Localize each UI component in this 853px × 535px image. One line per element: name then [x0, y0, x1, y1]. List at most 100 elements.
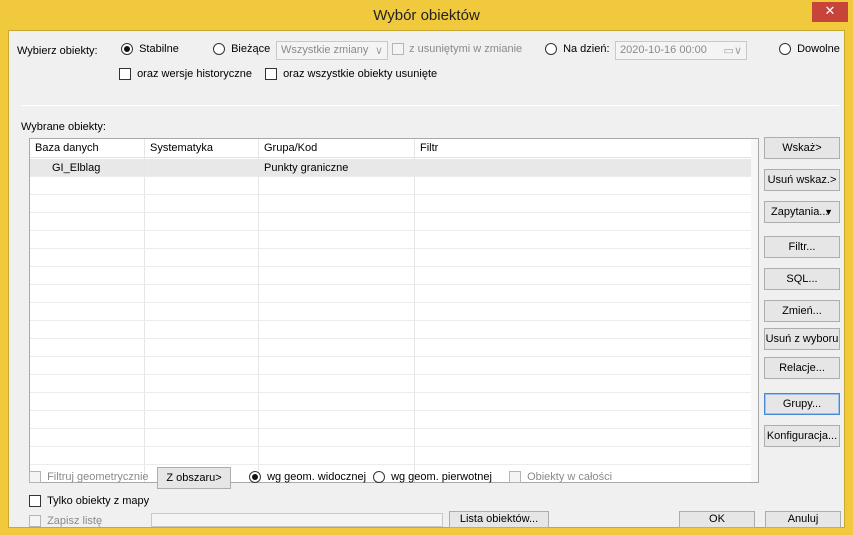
cell-database: GI_Elblag — [52, 162, 101, 174]
historical-versions-box[interactable] — [119, 68, 131, 81]
dropdown-arrow-icon: ▼ — [824, 207, 833, 217]
window-title: Wybór obiektów — [373, 7, 480, 24]
change-button[interactable]: Zmień... — [764, 300, 840, 322]
title-bar[interactable]: Wybór obiektów ✕ — [0, 0, 853, 30]
cell-group-code: Punkty graniczne — [264, 162, 349, 174]
column-divider — [258, 139, 259, 482]
ok-button[interactable]: OK — [679, 511, 755, 528]
point-button[interactable]: Wskaż> — [764, 137, 840, 159]
radio-any[interactable]: Dowolne — [779, 43, 840, 56]
map-objects-only-label: Tylko obiekty z mapy — [47, 495, 150, 507]
chevron-down-icon: ∨ — [374, 45, 383, 57]
whole-objects-checkbox[interactable]: Obiekty w całości — [509, 471, 613, 484]
row-divider — [30, 446, 758, 447]
table-header: Baza danych Systematyka Grupa/Kod Filtr — [30, 139, 758, 158]
row-divider — [30, 428, 758, 429]
column-header-database[interactable]: Baza danych — [35, 142, 99, 154]
radio-stable-indicator[interactable] — [121, 43, 133, 56]
sql-button[interactable]: SQL... — [764, 268, 840, 290]
date-picker[interactable]: 2020-10-16 00:00 ▭∨ — [615, 41, 747, 60]
column-header-systematics[interactable]: Systematyka — [150, 142, 213, 154]
radio-on-date-indicator[interactable] — [545, 43, 557, 56]
row-divider — [30, 392, 758, 393]
column-header-filter[interactable]: Filtr — [420, 142, 438, 154]
dialog-body: Wybierz obiekty: Stabilne Bieżące Wszyst… — [8, 30, 845, 528]
map-objects-only-checkbox[interactable]: Tylko obiekty z mapy — [29, 495, 150, 508]
map-objects-only-box[interactable] — [29, 495, 41, 508]
row-divider — [30, 194, 758, 195]
row-divider — [30, 176, 758, 177]
vertical-scrollbar[interactable] — [751, 139, 758, 482]
separator — [21, 105, 839, 106]
radio-current[interactable]: Bieżące — [213, 43, 271, 56]
relations-button[interactable]: Relacje... — [764, 357, 840, 379]
row-divider — [30, 212, 758, 213]
whole-objects-label: Obiekty w całości — [527, 471, 613, 483]
configuration-button[interactable]: Konfiguracja... — [764, 425, 840, 447]
save-list-label: Zapisz listę — [47, 515, 103, 527]
radio-any-label: Dowolne — [797, 43, 840, 55]
geom-filter-checkbox[interactable]: Filtruj geometrycznie — [29, 471, 149, 484]
geom-filter-box[interactable] — [29, 471, 41, 484]
date-value: 2020-10-16 00:00 — [620, 44, 707, 56]
remove-point-button[interactable]: Usuń wskaz.> — [764, 169, 840, 191]
filter-button[interactable]: Filtr... — [764, 236, 840, 258]
close-button[interactable]: ✕ — [812, 2, 848, 22]
changes-combo[interactable]: Wszystkie zmiany ∨ — [276, 41, 388, 60]
geom-filter-label: Filtruj geometrycznie — [47, 471, 149, 483]
historical-versions-label: oraz wersje historyczne — [137, 68, 252, 80]
row-divider — [30, 284, 758, 285]
radio-current-indicator[interactable] — [213, 43, 225, 56]
remove-from-selection-button[interactable]: Usuń z wyboru — [764, 328, 840, 350]
radio-original-geom[interactable]: wg geom. pierwotnej — [373, 471, 492, 484]
deleted-in-change-checkbox[interactable]: z usuniętymi w zmianie — [392, 43, 523, 56]
whole-objects-box[interactable] — [509, 471, 521, 484]
object-list-button[interactable]: Lista obiektów... — [449, 511, 549, 528]
row-divider — [30, 248, 758, 249]
historical-versions-checkbox[interactable]: oraz wersje historyczne — [119, 68, 252, 81]
column-divider — [144, 139, 145, 482]
queries-button[interactable]: Zapytania... ▼ — [764, 201, 840, 223]
table-row[interactable] — [30, 159, 752, 176]
from-area-button[interactable]: Z obszaru> — [157, 467, 231, 489]
row-divider — [30, 320, 758, 321]
radio-original-geom-label: wg geom. pierwotnej — [391, 471, 492, 483]
column-divider — [414, 139, 415, 482]
radio-visible-geom-indicator[interactable] — [249, 471, 261, 484]
deleted-in-change-box[interactable] — [392, 43, 404, 56]
radio-current-label: Bieżące — [231, 43, 271, 55]
changes-combo-value: Wszystkie zmiany — [281, 44, 369, 56]
row-divider — [30, 266, 758, 267]
radio-stable[interactable]: Stabilne — [121, 43, 179, 56]
radio-original-geom-indicator[interactable] — [373, 471, 385, 484]
row-divider — [30, 338, 758, 339]
radio-stable-label: Stabilne — [139, 43, 179, 55]
radio-visible-geom[interactable]: wg geom. widocznej — [249, 471, 367, 484]
radio-any-indicator[interactable] — [779, 43, 791, 56]
selected-objects-label: Wybrane obiekty: — [21, 121, 106, 133]
dialog-window: Wybór obiektów ✕ Wybierz obiekty: Stabil… — [0, 0, 853, 535]
row-divider — [30, 410, 758, 411]
row-divider — [30, 356, 758, 357]
radio-on-date-label: Na dzień: — [563, 43, 610, 55]
calendar-dropdown-icon[interactable]: ▭∨ — [724, 44, 742, 57]
radio-on-date[interactable]: Na dzień: — [545, 43, 610, 56]
column-header-group-code[interactable]: Grupa/Kod — [264, 142, 317, 154]
row-divider — [30, 374, 758, 375]
cancel-button[interactable]: Anuluj — [765, 511, 841, 528]
queries-label: Zapytania... — [771, 206, 829, 218]
row-divider — [30, 302, 758, 303]
all-deleted-box[interactable] — [265, 68, 277, 81]
radio-visible-geom-label: wg geom. widocznej — [267, 471, 367, 483]
deleted-in-change-label: z usuniętymi w zmianie — [409, 43, 523, 55]
all-deleted-label: oraz wszystkie obiekty usunięte — [283, 68, 438, 80]
all-deleted-checkbox[interactable]: oraz wszystkie obiekty usunięte — [265, 68, 438, 81]
row-divider — [30, 464, 758, 465]
select-objects-label: Wybierz obiekty: — [17, 45, 98, 57]
selected-objects-table[interactable]: Baza danych Systematyka Grupa/Kod Filtr … — [29, 138, 759, 483]
save-list-box[interactable] — [29, 515, 41, 528]
list-name-field[interactable] — [151, 513, 443, 527]
save-list-checkbox[interactable]: Zapisz listę — [29, 515, 103, 528]
row-divider — [30, 230, 758, 231]
groups-button[interactable]: Grupy... — [764, 393, 840, 415]
